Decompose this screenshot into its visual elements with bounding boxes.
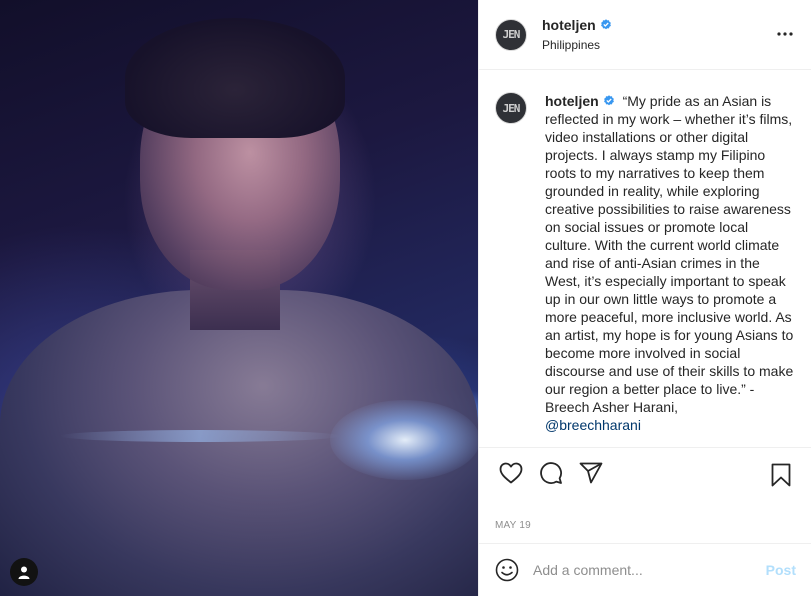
- tagged-users-button[interactable]: [10, 558, 38, 586]
- username-link[interactable]: hoteljen: [542, 17, 596, 33]
- caption-avatar[interactable]: JEN: [495, 92, 527, 124]
- caption-text-block: hoteljen “My pride as an Asian is reflec…: [545, 92, 795, 447]
- user-icon: [18, 566, 30, 579]
- caption-username-link[interactable]: hoteljen: [545, 92, 599, 110]
- post-header-meta: hoteljen Philippines: [542, 17, 612, 52]
- like-button[interactable]: [491, 453, 531, 493]
- post-photo[interactable]: [0, 0, 478, 596]
- comment-input[interactable]: [533, 562, 766, 578]
- verified-badge-icon: [600, 19, 611, 30]
- post-side-panel: JEN hoteljen Philippines JEN hoteljen “M…: [478, 0, 811, 596]
- location-link[interactable]: Philippines: [542, 38, 612, 52]
- paper-plane-icon: [579, 462, 603, 484]
- caption-username: hoteljen: [545, 92, 615, 110]
- avatar[interactable]: JEN: [495, 18, 527, 51]
- more-options-button[interactable]: [773, 24, 797, 44]
- photo-hair: [125, 18, 345, 138]
- post-actions: [479, 448, 811, 498]
- share-button[interactable]: [571, 453, 611, 493]
- caption-text: “My pride as an Asian is reflected in my…: [545, 93, 794, 415]
- post-caption: JEN hoteljen “My pride as an Asian is re…: [479, 70, 811, 448]
- post-comment-button[interactable]: Post: [766, 562, 796, 578]
- heart-icon: [499, 462, 523, 484]
- comment-button[interactable]: [531, 453, 571, 493]
- photo-lens-flare-streak: [60, 430, 340, 442]
- comment-bar: Post: [479, 543, 811, 596]
- more-options-icon: [777, 32, 793, 36]
- post-header: JEN hoteljen Philippines: [479, 0, 811, 70]
- avatar-text: JEN: [502, 28, 521, 41]
- comment-bubble-icon: [540, 462, 562, 484]
- caption-avatar-text: JEN: [502, 101, 521, 115]
- photo-lens-flare: [330, 400, 478, 480]
- username-row: hoteljen: [542, 17, 612, 33]
- verified-badge-icon: [603, 95, 614, 106]
- post-date[interactable]: MAY 19: [495, 520, 531, 531]
- save-button[interactable]: [761, 455, 801, 495]
- mention-link[interactable]: @breechharani: [545, 417, 641, 433]
- bookmark-icon: [771, 463, 791, 487]
- emoji-icon[interactable]: [495, 558, 519, 582]
